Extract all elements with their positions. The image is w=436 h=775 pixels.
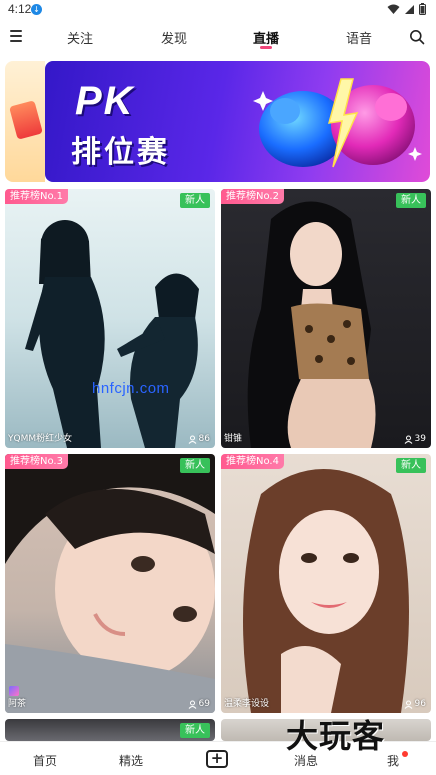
viewer-count: 39 xyxy=(404,434,426,444)
new-badge: 新人 xyxy=(396,458,426,473)
new-badge: 新人 xyxy=(180,723,210,738)
live-status-icon xyxy=(9,686,19,696)
user-icon xyxy=(188,435,196,444)
search-icon[interactable] xyxy=(409,29,425,45)
create-button[interactable]: + xyxy=(206,750,228,768)
new-badge: 新人 xyxy=(396,193,426,208)
viewer-count-value: 86 xyxy=(198,434,210,444)
viewer-count: 69 xyxy=(188,699,210,709)
menu-icon[interactable] xyxy=(10,30,24,42)
download-icon: ↓ xyxy=(31,4,42,15)
streamer-name: YQMM粉红少女 xyxy=(8,434,73,444)
viewer-count-value: 96 xyxy=(414,699,426,709)
viewer-count: 96 xyxy=(404,699,426,709)
user-icon xyxy=(404,435,412,444)
viewer-count-value: 69 xyxy=(198,699,210,709)
tab-voice[interactable]: 语音 xyxy=(346,28,372,47)
live-card[interactable]: 推荐榜No.4 新人 温柔李设设 96 xyxy=(221,454,431,713)
streamer-name: 阿茶 xyxy=(8,699,27,709)
card-thumbnail xyxy=(5,454,215,713)
red-envelope-icon xyxy=(9,100,43,140)
banner-title-ranked: 排位赛 xyxy=(71,135,170,170)
watermark-text: hnfcjn.com xyxy=(92,380,170,397)
tab-discover[interactable]: 发现 xyxy=(161,28,187,47)
user-icon xyxy=(404,700,412,709)
live-card[interactable]: 推荐榜No.2 新人 钳锥 39 xyxy=(221,189,431,448)
notification-dot xyxy=(402,751,408,757)
streamer-name: 钳锥 xyxy=(224,434,243,444)
user-icon xyxy=(188,700,196,709)
wifi-icon xyxy=(387,4,400,14)
rank-tag: 推荐榜No.4 xyxy=(221,454,284,469)
new-badge: 新人 xyxy=(180,458,210,473)
streamer-name: 温柔李设设 xyxy=(224,699,270,709)
rank-tag: 推荐榜No.2 xyxy=(221,189,284,204)
top-nav: 关注 发现 直播 语音 xyxy=(0,20,436,54)
rank-tag: 推荐榜No.1 xyxy=(5,189,68,204)
rank-tag: 推荐榜No.3 xyxy=(5,454,68,469)
card-thumbnail xyxy=(25,220,199,448)
battery-icon xyxy=(419,3,426,15)
tab-live[interactable]: 直播 xyxy=(253,28,279,47)
signal-icon xyxy=(405,4,414,14)
brand-watermark: 大玩客 xyxy=(286,717,386,755)
status-time: 4:12 xyxy=(8,2,32,16)
banner-prev-slide[interactable] xyxy=(5,61,45,182)
status-bar: 4:12 ↓ xyxy=(0,0,436,20)
boxing-gloves-icon xyxy=(253,78,422,168)
live-card[interactable]: 新人 xyxy=(5,719,215,741)
card-thumbnail xyxy=(243,469,409,713)
banner-main[interactable]: PK 排位赛 xyxy=(45,61,430,182)
nav-home[interactable]: 首页 xyxy=(33,752,57,769)
tab-follow[interactable]: 关注 xyxy=(67,28,93,47)
live-card[interactable]: 推荐榜No.1 新人 YQMM粉红少女 86 xyxy=(5,189,215,448)
pk-banner[interactable]: PK 排位赛 xyxy=(5,61,430,182)
viewer-count: 86 xyxy=(188,434,210,444)
new-badge: 新人 xyxy=(180,193,210,208)
active-tab-indicator xyxy=(260,46,272,49)
live-card[interactable]: 推荐榜No.3 新人 阿茶 69 xyxy=(5,454,215,713)
status-icons xyxy=(387,3,426,15)
viewer-count-value: 39 xyxy=(414,434,426,444)
nav-me[interactable]: 我 xyxy=(387,752,399,769)
banner-title-pk: PK xyxy=(75,79,135,123)
nav-featured[interactable]: 精选 xyxy=(119,752,143,769)
card-thumbnail xyxy=(247,201,376,448)
